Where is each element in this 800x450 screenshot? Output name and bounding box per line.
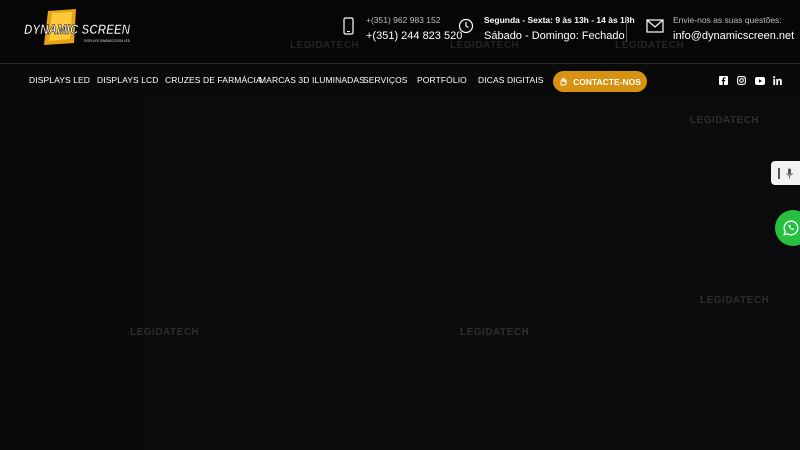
email-link[interactable]: info@dynamicscreen.net [673,27,794,45]
opening-hours: Segunda - Sexta: 9 às 13h - 14 às 18h Sá… [457,14,635,45]
nav-item-cruzes-farmacia[interactable]: CRUZES DE FARMÁCIA [165,75,262,85]
header-divider [626,16,627,42]
hero-led-wall-image: LEGIDATECH LEGIDATECH LEGIDATECH LEGIDAT… [0,97,800,450]
hand-icon [560,77,568,86]
phone-contact: +(351) 962 983 152 +(351) 244 823 520 [339,14,462,45]
whatsapp-icon [783,220,799,236]
nav-item-marcas-3d[interactable]: MARCAS 3D ILUMINADAS [259,75,365,85]
top-bar: DYNAMIC SCREEN DISPLAYS DINÂMICOS EM LED… [0,0,800,63]
logo-tagline: DISPLAYS DINÂMICOS EM LED [84,38,130,43]
envelope-icon [646,14,664,38]
hours-weekday: Segunda - Sexta: 9 às 13h - 14 às 18h [484,15,635,25]
led-dots-photo [0,97,800,450]
nav-item-displays-led[interactable]: DISPLAYS LED [29,75,90,85]
mobile-phone-icon [339,14,357,38]
instagram-icon[interactable] [736,75,747,86]
contact-us-label: CONTACTE-NOS [573,76,641,87]
email-contact: Envie-nos as suas questões: info@dynamic… [646,14,794,45]
nav-item-servicos[interactable]: SERVIÇOS [363,75,408,85]
facebook-icon[interactable] [718,75,729,86]
contact-us-button[interactable]: CONTACTE-NOS [553,71,647,92]
accessibility-side-tab[interactable] [771,161,800,185]
nav-item-portfolio[interactable]: PORTFÓLIO [417,75,467,85]
linkedin-icon[interactable] [772,75,783,86]
main-nav: DISPLAYS LED DISPLAYS LCD CRUZES DE FARM… [0,63,800,97]
phone-secondary[interactable]: +(351) 962 983 152 [366,14,462,27]
youtube-icon[interactable] [754,75,765,86]
logo[interactable]: DYNAMIC SCREEN DISPLAYS DINÂMICOS EM LED [22,9,134,49]
hours-weekend: Sábado - Domingo: Fechado [484,30,625,42]
divider-bar [778,167,780,179]
microphone-icon [786,168,793,178]
nav-item-dicas-digitais[interactable]: DICAS DIGITAIS [478,75,543,85]
logo-wordmark: DYNAMIC SCREEN [24,21,131,37]
nav-item-displays-lcd[interactable]: DISPLAYS LCD [97,75,159,85]
clock-icon [457,14,475,38]
email-label: Envie-nos as suas questões: [673,15,782,25]
phone-primary[interactable]: +(351) 244 823 520 [366,27,462,45]
